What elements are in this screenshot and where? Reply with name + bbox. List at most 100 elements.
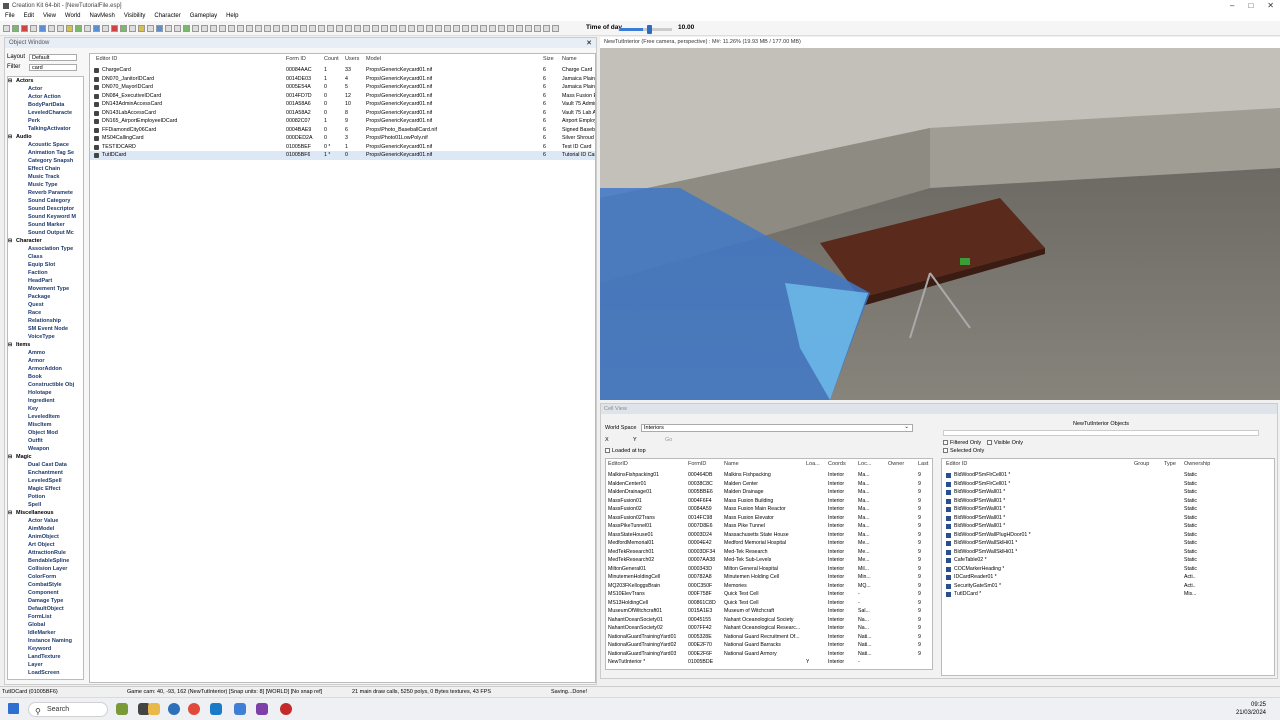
tree-item-music-track[interactable]: Music Track [8, 173, 83, 181]
toolbar-button-icon[interactable] [516, 24, 523, 32]
time-of-day-slider[interactable] [620, 25, 672, 34]
cell-column-2[interactable]: Name [724, 461, 739, 467]
table-row[interactable]: DN070_JanitorIDCard 0014DE03 1 4 Props\Gener… [90, 75, 595, 84]
tree-item-class[interactable]: Class [8, 253, 83, 261]
object-row[interactable]: CafeTable02 * Static [942, 556, 1274, 565]
cell-row[interactable]: MaldenDrainage01 0005BBE6 Malden Drainage I… [606, 488, 932, 497]
cell-list[interactable]: EditorID FormID Name Loa... Coords Loc... Owne… [605, 458, 933, 670]
menu-item-visibility[interactable]: Visibility [124, 13, 146, 19]
toolbar-button-icon[interactable] [111, 24, 118, 32]
toolbar-button-icon[interactable] [219, 24, 226, 32]
toolbar-button-icon[interactable] [444, 24, 451, 32]
toolbar-button-icon[interactable] [345, 24, 352, 32]
tree-item-layer[interactable]: Layer [8, 661, 83, 669]
app-icon-2[interactable] [256, 703, 268, 715]
toolbar-button-icon[interactable] [165, 24, 172, 32]
tree-item-animobject[interactable]: AnimObject [8, 533, 83, 541]
toolbar-button-icon[interactable] [363, 24, 370, 32]
tree-item-leveledspell[interactable]: LeveledSpell [8, 477, 83, 485]
selected-only-checkbox[interactable] [943, 448, 948, 454]
tree-item-reverb-paramete[interactable]: Reverb Paramete [8, 189, 83, 197]
tree-item-attractionrule[interactable]: AttractionRule [8, 549, 83, 557]
tree-item-collision-layer[interactable]: Collision Layer [8, 565, 83, 573]
tree-item-movement-type[interactable]: Movement Type [8, 285, 83, 293]
tree-item-talkingactivator[interactable]: TalkingActivator [8, 125, 83, 133]
toolbar-button-icon[interactable] [489, 24, 496, 32]
tree-item-animation-tag-se[interactable]: Animation Tag Se [8, 149, 83, 157]
cell-row[interactable]: MedTekResearch01 00003DF34 Med-Tek Researc… [606, 548, 932, 557]
toolbar-button-icon[interactable] [417, 24, 424, 32]
tree-item-aimmodel[interactable]: AimModel [8, 525, 83, 533]
object-row[interactable]: SecurityGateSm01 * Acti.. [942, 582, 1274, 591]
toolbar-button-icon[interactable] [102, 24, 109, 32]
column-header-model[interactable]: Model [366, 56, 381, 62]
cell-column-7[interactable]: Last [918, 461, 928, 467]
tree-item-faction[interactable]: Faction [8, 269, 83, 277]
object-row[interactable]: BldWoodPSmWall01 * Static [942, 522, 1274, 531]
cell-column-4[interactable]: Coords [828, 461, 846, 467]
object-row[interactable]: BldWoodPSmWall01 * Static [942, 497, 1274, 506]
toolbar-button-icon[interactable] [57, 24, 64, 32]
tree-item-acoustic-space[interactable]: Acoustic Space [8, 141, 83, 149]
object-row[interactable]: BldWoodPSmWallSklHi01 * Static [942, 539, 1274, 548]
cell-column-0[interactable]: EditorID [608, 461, 628, 467]
toolbar-button-icon[interactable] [75, 24, 82, 32]
close-icon[interactable]: ✕ [586, 39, 592, 47]
tree-item-book[interactable]: Book [8, 373, 83, 381]
system-clock[interactable]: 09:25 21/03/2024 [1236, 701, 1266, 717]
toolbar-button-icon[interactable] [390, 24, 397, 32]
toolbar-button-icon[interactable] [237, 24, 244, 32]
toolbar-button-icon[interactable] [480, 24, 487, 32]
toolbar-button-icon[interactable] [408, 24, 415, 32]
menu-item-world[interactable]: World [65, 13, 81, 19]
table-row[interactable]: DN070_MayorIDCard 0005E54A 0 5 Props\Generic… [90, 83, 595, 92]
toolbar-button-icon[interactable] [129, 24, 136, 32]
id-card-object[interactable] [960, 258, 970, 265]
calculator-icon[interactable] [234, 703, 246, 715]
cell-row[interactable]: MalkinsFishpacking01 000464DB Malkins Fish… [606, 471, 932, 480]
tree-item-dual-cast-data[interactable]: Dual Cast Data [8, 461, 83, 469]
tree-item-sound-output-mc[interactable]: Sound Output Mc [8, 229, 83, 237]
menu-item-view[interactable]: View [43, 13, 56, 19]
tree-item-leveleditem[interactable]: LeveledItem [8, 413, 83, 421]
tree-item-quest[interactable]: Quest [8, 301, 83, 309]
tree-item-bodypartdata[interactable]: BodyPartData [8, 101, 83, 109]
table-row[interactable]: DN084_ExecutiveIDCard 0014FD7D 0 12 Props\Ge… [90, 92, 595, 101]
cell-row[interactable]: MiltonGeneral01 0000343D Milton General Ho… [606, 565, 932, 574]
toolbar-button-icon[interactable] [147, 24, 154, 32]
tree-item-perk[interactable]: Perk [8, 117, 83, 125]
toolbar-button-icon[interactable] [93, 24, 100, 32]
menu-item-edit[interactable]: Edit [24, 13, 34, 19]
tree-item-bendablespline[interactable]: BendableSpline [8, 557, 83, 565]
tree-item-key[interactable]: Key [8, 405, 83, 413]
chrome-icon[interactable] [188, 703, 200, 715]
object-row[interactable]: BldWoodPSmWall01 * Static [942, 514, 1274, 523]
toolbar-button-icon[interactable] [453, 24, 460, 32]
tree-item-actor-value[interactable]: Actor Value [8, 517, 83, 525]
toolbar-button-icon[interactable] [525, 24, 532, 32]
object-column-3[interactable]: Ownership [1184, 461, 1210, 467]
tree-item-category-snapsh[interactable]: Category Snapsh [8, 157, 83, 165]
menu-item-character[interactable]: Character [154, 13, 180, 19]
object-column-2[interactable]: Type [1164, 461, 1176, 467]
tree-item-music-type[interactable]: Music Type [8, 181, 83, 189]
toolbar-button-icon[interactable] [462, 24, 469, 32]
tree-item-magic[interactable]: Magic [8, 453, 83, 461]
column-header-count[interactable]: Count [324, 56, 339, 62]
tree-item-headpart[interactable]: HeadPart [8, 277, 83, 285]
worldspace-select[interactable]: Interiors [641, 424, 913, 432]
cell-row[interactable]: MS13HoldingCell 000861C8D Quick Test Cell I… [606, 599, 932, 608]
toolbar-button-icon[interactable] [543, 24, 550, 32]
toolbar-button-icon[interactable] [471, 24, 478, 32]
tree-item-miscitem[interactable]: MiscItem [8, 421, 83, 429]
table-row[interactable]: DN143AdminAccessCard 001A58A6 0 10 Props\Gen… [90, 100, 595, 109]
tree-item-ingredient[interactable]: Ingredient [8, 397, 83, 405]
tree-item-weapon[interactable]: Weapon [8, 445, 83, 453]
tree-item-armor[interactable]: Armor [8, 357, 83, 365]
object-row[interactable]: BldWoodPSmFlrCell01 * Static [942, 480, 1274, 489]
cell-row[interactable]: MassFusion02 00084A59 Mass Fusion Main Rea… [606, 505, 932, 514]
object-column-0[interactable]: Editor ID [946, 461, 967, 467]
tree-item-magic-effect[interactable]: Magic Effect [8, 485, 83, 493]
object-row[interactable]: BldWoodPSmWall01 * Static [942, 488, 1274, 497]
object-row[interactable]: IDCardReader01 * Acti.. [942, 573, 1274, 582]
